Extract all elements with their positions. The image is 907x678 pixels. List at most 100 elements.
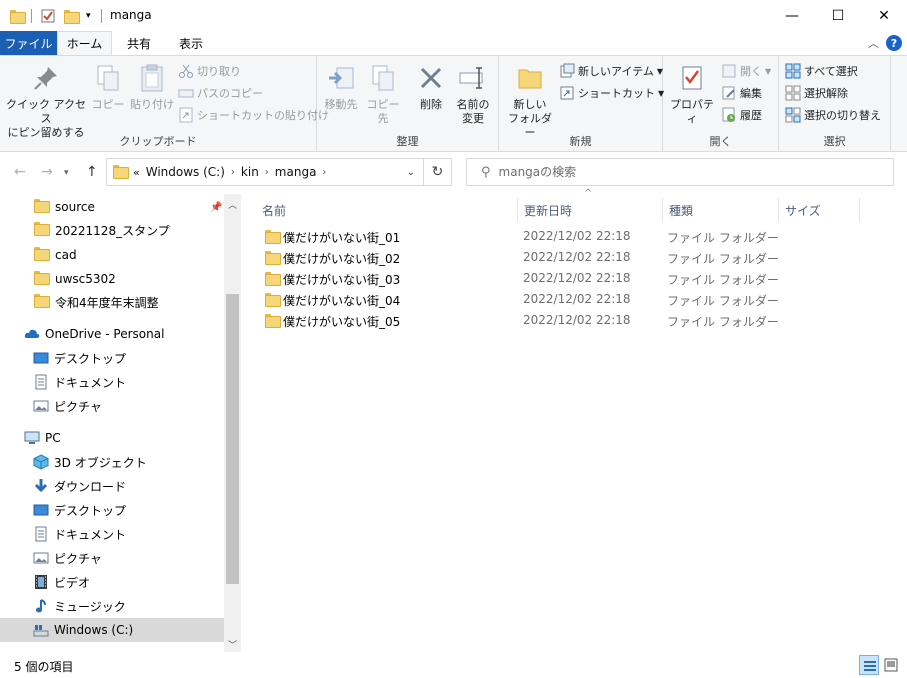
properties-button[interactable]: プロパティ	[667, 62, 717, 126]
properties-checkmark-icon[interactable]	[41, 6, 55, 26]
scroll-up-chevron-icon[interactable]: ︿	[224, 198, 241, 211]
tab-home[interactable]: ホーム	[57, 31, 112, 55]
help-icon[interactable]: ?	[886, 35, 902, 51]
folder-icon	[265, 272, 281, 287]
collapse-ribbon-chevron-icon[interactable]: ︿	[868, 35, 879, 51]
nav-item-3d-objects[interactable]: 3D オブジェクト	[0, 450, 224, 474]
customize-toolbar-chevron-icon[interactable]: ▾	[86, 6, 91, 26]
maximize-button[interactable]: ☐	[815, 0, 861, 31]
cut-button[interactable]: 切り取り	[178, 62, 241, 80]
breadcrumb-overflow[interactable]: «	[133, 166, 140, 179]
minimize-button[interactable]: —	[769, 0, 815, 31]
copy-path-button[interactable]: パスのコピー	[178, 84, 263, 102]
breadcrumb-separator-icon[interactable]: ›	[322, 167, 326, 178]
breadcrumb-manga[interactable]: manga	[275, 165, 317, 179]
scroll-thumb[interactable]	[226, 294, 239, 584]
edit-button[interactable]: 編集	[721, 84, 762, 102]
back-arrow-icon[interactable]: ←	[14, 164, 26, 180]
column-header-type[interactable]: 種類	[663, 198, 779, 222]
nav-item-windows-c[interactable]: Windows (C:)	[0, 618, 224, 642]
nav-item-nenmatsu[interactable]: 令和4年度年末調整	[0, 290, 224, 314]
nav-item-onedrive-documents[interactable]: ドキュメント	[0, 370, 224, 394]
new-folder-button[interactable]: 新しい フォルダー	[505, 62, 555, 140]
breadcrumb-separator-icon[interactable]: ›	[265, 167, 269, 178]
delete-button[interactable]: 削除	[415, 62, 447, 112]
ribbon: クイック アクセス にピン留めする コピー 貼り付け 切り取り パスのコピー シ…	[0, 55, 907, 152]
recent-locations-chevron-icon[interactable]: ▾	[64, 168, 69, 178]
up-arrow-icon[interactable]: ↑	[86, 164, 98, 180]
nav-item-label: デスクトップ	[54, 351, 127, 366]
pin-quick-access-button[interactable]: クイック アクセス にピン留めする	[4, 62, 88, 140]
nav-item-onedrive-pictures[interactable]: ピクチャ	[0, 394, 224, 418]
open-dropdown-icon: ▼	[765, 66, 772, 76]
scroll-down-chevron-icon[interactable]: ﹀	[224, 638, 241, 651]
copy-button[interactable]: コピー	[90, 62, 126, 112]
column-header-name[interactable]: 名前	[256, 198, 518, 222]
refresh-icon[interactable]: ↻	[424, 158, 452, 186]
copy-to-button[interactable]: コピー先	[363, 62, 403, 126]
folder-icon	[34, 247, 50, 263]
history-button[interactable]: 履歴	[721, 106, 762, 124]
rename-button[interactable]: 名前の 変更	[453, 62, 493, 126]
search-box[interactable]: ⚲	[466, 158, 894, 186]
nav-item-videos[interactable]: ビデオ	[0, 570, 224, 594]
new-item-icon	[559, 63, 575, 79]
address-dropdown-chevron-icon[interactable]: ⌄	[407, 167, 415, 178]
copy-path-label: パスのコピー	[197, 87, 263, 100]
table-row[interactable]: 僕だけがいない街_02 2022/12/02 22:18 ファイル フォルダー	[260, 247, 779, 268]
paste-button[interactable]: 貼り付け	[128, 62, 176, 112]
table-row[interactable]: 僕だけがいない街_01 2022/12/02 22:18 ファイル フォルダー	[260, 226, 779, 247]
search-icon: ⚲	[481, 164, 491, 180]
breadcrumb-drive[interactable]: Windows (C:)	[146, 165, 225, 179]
nav-item-documents[interactable]: ドキュメント	[0, 522, 224, 546]
tab-share[interactable]: 共有	[116, 31, 162, 55]
nav-item-label: 令和4年度年末調整	[55, 295, 159, 310]
new-item-button[interactable]: 新しいアイテム ▼	[559, 62, 663, 80]
folder-icon	[265, 314, 281, 329]
move-to-button[interactable]: 移動先	[321, 62, 361, 112]
nav-item-desktop[interactable]: デスクトップ	[0, 498, 224, 522]
ribbon-tabs: ファイル ホーム 共有 表示 ︿ ?	[0, 31, 907, 55]
nav-item-onedrive[interactable]: OneDrive - Personal	[0, 322, 224, 346]
edit-label: 編集	[740, 87, 762, 100]
file-date: 2022/12/02 22:18	[523, 313, 631, 327]
column-header-date[interactable]: 更新日時	[518, 198, 663, 222]
nav-item-pictures[interactable]: ピクチャ	[0, 546, 224, 570]
nav-scrollbar[interactable]: ︿ ﹀	[224, 194, 241, 652]
nav-item-downloads[interactable]: ダウンロード	[0, 474, 224, 498]
open-button[interactable]: 開く ▼	[721, 62, 771, 80]
table-row[interactable]: 僕だけがいない街_05 2022/12/02 22:18 ファイル フォルダー	[260, 310, 779, 331]
nav-item-source[interactable]: source	[0, 195, 224, 219]
breadcrumb-separator-icon[interactable]: ›	[231, 167, 235, 178]
navigation-pane: source 📌 20221128_スタンプ cad uwsc5302 令和4年…	[0, 194, 242, 652]
breadcrumb-kin[interactable]: kin	[241, 165, 259, 179]
search-input[interactable]	[498, 165, 879, 179]
table-row[interactable]: 僕だけがいない街_04 2022/12/02 22:18 ファイル フォルダー	[260, 289, 779, 310]
details-view-button[interactable]	[859, 655, 879, 675]
select-all-button[interactable]: すべて選択	[785, 62, 858, 80]
item-count: 5 個の項目	[14, 660, 74, 674]
nav-item-stamp[interactable]: 20221128_スタンプ	[0, 218, 224, 242]
shortcut-button[interactable]: ショートカット ▼	[559, 84, 664, 102]
tab-view[interactable]: 表示	[168, 31, 214, 55]
large-icons-view-button[interactable]	[881, 655, 901, 675]
nav-item-onedrive-desktop[interactable]: デスクトップ	[0, 346, 224, 370]
select-none-button[interactable]: 選択解除	[785, 84, 848, 102]
address-bar[interactable]: « Windows (C:) › kin › manga › ⌄	[106, 158, 424, 186]
nav-item-label: uwsc5302	[55, 272, 116, 286]
paste-shortcut-button[interactable]: ショートカットの貼り付け	[178, 106, 329, 124]
nav-item-pc[interactable]: PC	[0, 426, 224, 450]
column-header-size[interactable]: サイズ	[779, 198, 860, 222]
cloud-icon	[24, 326, 40, 342]
nav-item-cad[interactable]: cad	[0, 243, 224, 267]
nav-item-uwsc[interactable]: uwsc5302	[0, 267, 224, 291]
close-button[interactable]: ✕	[861, 0, 907, 31]
open-group: プロパティ 開く ▼ 編集 履歴 開く	[663, 56, 779, 152]
forward-arrow-icon[interactable]: →	[41, 164, 53, 180]
tab-file[interactable]: ファイル	[0, 31, 57, 55]
new-folder-quick-icon[interactable]	[64, 6, 80, 26]
nav-item-music[interactable]: ミュージック	[0, 594, 224, 618]
table-row[interactable]: 僕だけがいない街_03 2022/12/02 22:18 ファイル フォルダー	[260, 268, 779, 289]
invert-selection-button[interactable]: 選択の切り替え	[785, 106, 881, 124]
download-arrow-icon	[33, 478, 49, 494]
